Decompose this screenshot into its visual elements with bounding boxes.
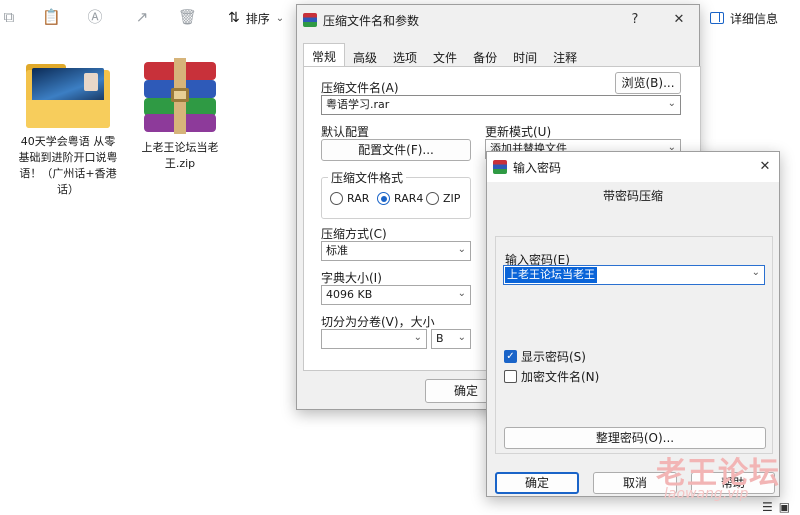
- folder-label: 40天学会粤语 从零基础到进阶开口说粤语！（广州话+香港话）: [18, 135, 118, 196]
- encrypt-filenames-checkbox[interactable]: 加密文件名(N): [504, 368, 599, 385]
- winrar-icon: [493, 160, 507, 174]
- method-value: 标准: [326, 244, 348, 257]
- chevron-down-icon: ⌄: [751, 267, 760, 278]
- delete-icon[interactable]: 🗑: [178, 8, 197, 26]
- password-dialog-titlebar: 输入密码 ✕: [487, 152, 779, 182]
- browse-button[interactable]: 浏览(B)...: [615, 72, 681, 94]
- zip-file-label: 上老王论坛当老王.zip: [141, 141, 219, 170]
- tab-general[interactable]: 常规: [303, 43, 346, 67]
- default-profile-label: 默认配置: [321, 125, 370, 139]
- chevron-down-icon: ⌄: [413, 332, 422, 343]
- radio-icon: [330, 192, 343, 205]
- close-icon[interactable]: ✕: [671, 12, 687, 28]
- view-switcher: ☰ ▣: [762, 500, 790, 514]
- archive-name-value: 粤语学习.rar: [326, 98, 390, 111]
- checkbox-checked-icon: ✓: [504, 350, 517, 363]
- chevron-down-icon: ⌄: [457, 288, 466, 299]
- update-mode-label: 更新模式(U): [485, 125, 552, 139]
- split-unit-value: B: [436, 332, 444, 345]
- tab-advanced[interactable]: 高级: [345, 45, 385, 67]
- method-select[interactable]: 标准 ⌄: [321, 241, 471, 261]
- password-dialog-title: 输入密码: [513, 160, 562, 175]
- sort-icon: ⇅: [228, 10, 240, 26]
- archive-dialog-title: 压缩文件名和参数: [323, 13, 420, 28]
- password-heading: 带密码压缩: [602, 189, 663, 203]
- organize-passwords-button[interactable]: 整理密码(O)...: [504, 427, 766, 449]
- paste-icon[interactable]: 📋: [42, 8, 61, 26]
- tab-comment[interactable]: 注释: [545, 45, 585, 67]
- split-unit-select[interactable]: B ⌄: [431, 329, 471, 349]
- share-icon[interactable]: ↗: [133, 8, 151, 26]
- tab-time[interactable]: 时间: [505, 45, 545, 67]
- radio-selected-icon: [377, 192, 390, 205]
- copy-icon[interactable]: ⧉: [0, 8, 18, 26]
- watermark-url: laowang.vip: [664, 486, 749, 502]
- archive-dialog-tabs: 常规 高级 选项 文件 备份 时间 注释: [303, 43, 585, 67]
- dictionary-size-value: 4096 KB: [326, 288, 373, 301]
- zip-file-item[interactable]: 上老王论坛当老王.zip: [130, 58, 230, 172]
- folder-icon: [26, 62, 110, 128]
- tab-files[interactable]: 文件: [425, 45, 465, 67]
- format-rar4-radio[interactable]: RAR4: [377, 192, 423, 205]
- chevron-down-icon: ⌄: [457, 244, 466, 255]
- split-size-input[interactable]: ⌄: [321, 329, 427, 349]
- encrypt-filenames-label: 加密文件名(N): [521, 370, 600, 384]
- format-group-label: 压缩文件格式: [328, 169, 407, 186]
- list-view-icon[interactable]: ☰: [762, 500, 773, 514]
- details-label: 详细信息: [730, 11, 779, 26]
- archive-name-input[interactable]: 粤语学习.rar ⌄: [321, 95, 681, 115]
- sort-label: 排序: [245, 11, 270, 26]
- chevron-down-icon: ⌄: [667, 98, 676, 109]
- folder-item[interactable]: 40天学会粤语 从零基础到进阶开口说粤语！（广州话+香港话）: [18, 62, 118, 198]
- details-button[interactable]: 详细信息: [710, 8, 778, 28]
- help-icon[interactable]: ?: [627, 12, 643, 28]
- archive-dialog-titlebar: 压缩文件名和参数 ? ✕: [297, 5, 699, 35]
- tab-options[interactable]: 选项: [385, 45, 425, 67]
- method-label: 压缩方式(C): [321, 227, 387, 241]
- format-rar4-label: RAR4: [394, 192, 424, 205]
- profiles-button[interactable]: 配置文件(F)...: [321, 139, 471, 161]
- password-ok-button[interactable]: 确定: [495, 472, 579, 494]
- winrar-icon: [303, 13, 317, 27]
- format-zip-radio[interactable]: ZIP: [426, 192, 460, 205]
- password-dialog: 输入密码 ✕ 带密码压缩 输入密码(E) 上老王论坛当老王 ⌄ ✓ 显示密码(S…: [486, 151, 780, 497]
- format-rar-radio[interactable]: RAR: [330, 192, 369, 205]
- split-volumes-label: 切分为分卷(V)，大小: [321, 315, 435, 329]
- dictionary-size-select[interactable]: 4096 KB ⌄: [321, 285, 471, 305]
- tiles-view-icon[interactable]: ▣: [779, 500, 790, 514]
- details-pane-icon: [710, 12, 724, 24]
- password-input[interactable]: 上老王论坛当老王 ⌄: [503, 265, 765, 285]
- rename-icon[interactable]: Ⓐ: [86, 8, 104, 26]
- winrar-archive-icon: [138, 58, 222, 134]
- format-rar-label: RAR: [347, 192, 370, 205]
- chevron-down-icon: ⌄: [275, 12, 285, 24]
- show-password-label: 显示密码(S): [521, 350, 586, 364]
- sort-button[interactable]: ⇅ 排序 ⌄: [228, 8, 284, 28]
- dictionary-size-label: 字典大小(I): [321, 271, 382, 285]
- show-password-checkbox[interactable]: ✓ 显示密码(S): [504, 348, 586, 365]
- close-icon[interactable]: ✕: [757, 159, 773, 175]
- format-groupbox: 压缩文件格式 RAR RAR4 ZIP: [321, 169, 471, 219]
- tab-backup[interactable]: 备份: [465, 45, 505, 67]
- format-zip-label: ZIP: [443, 192, 461, 205]
- checkbox-icon: [504, 370, 517, 383]
- radio-icon: [426, 192, 439, 205]
- archive-name-label: 压缩文件名(A): [321, 81, 399, 95]
- chevron-down-icon: ⌄: [457, 332, 466, 343]
- password-value: 上老王论坛当老王: [505, 267, 597, 283]
